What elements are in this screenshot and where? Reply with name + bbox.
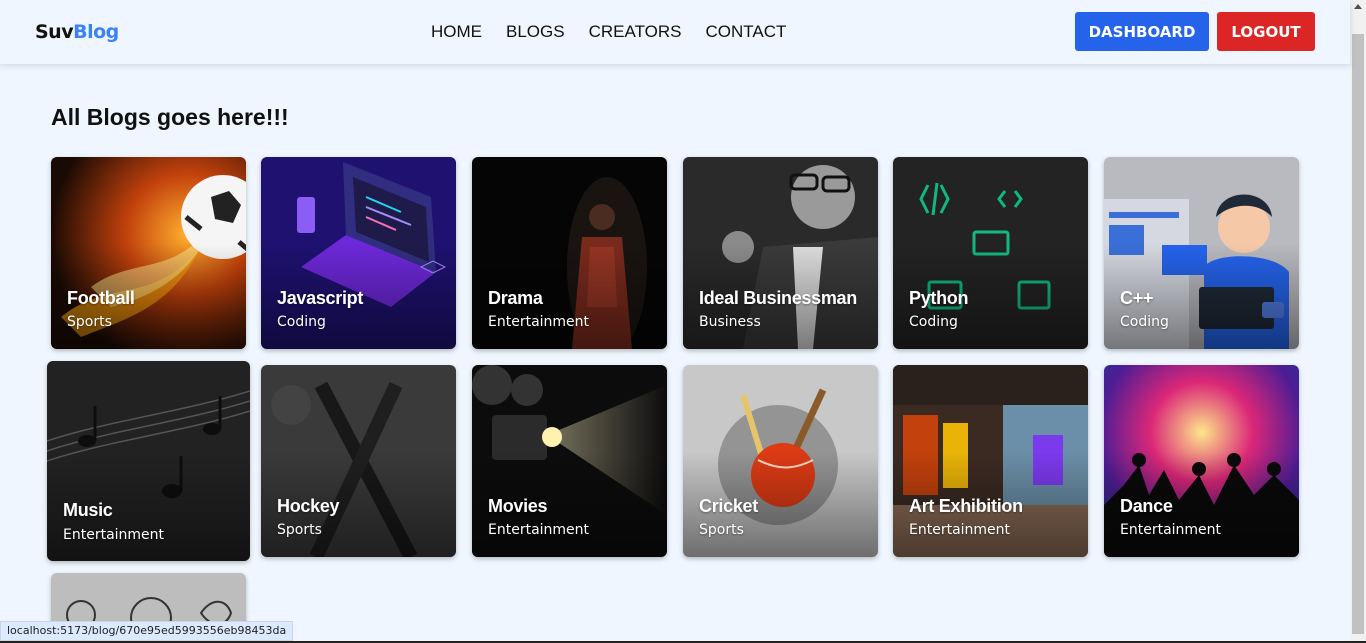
blog-category: Sports [277,522,322,538]
blog-card-movies[interactable]: Movies Entertainment [472,365,667,557]
nav-creators[interactable]: CREATORS [589,22,682,42]
blog-title: Movies [488,496,548,516]
scroll-up-arrow-icon[interactable] [1354,4,1362,9]
blog-card-drama[interactable]: Drama Entertainment [472,157,667,349]
page-heading: All Blogs goes here!!! [51,104,289,130]
nav-blogs[interactable]: BLOGS [506,22,565,42]
brand-logo[interactable]: SuvBlog [35,21,119,43]
brand-part-2: Blog [73,21,119,43]
link-status-bar: localhost:5173/blog/670e95ed5993556eb984… [0,621,294,641]
blog-category: Sports [67,314,112,330]
blog-card-art-exhibition[interactable]: Art Exhibition Entertainment [893,365,1088,557]
blog-category: Entertainment [488,314,590,330]
blog-title: Drama [488,288,543,308]
blog-title: Ideal Businessman [699,288,857,308]
blog-card-football[interactable]: Football Sports [51,157,246,349]
dashboard-button[interactable]: DASHBOARD [1075,12,1209,51]
blog-category: Entertainment [909,522,1011,538]
blog-card-hockey[interactable]: Hockey Sports [261,365,456,557]
blog-title: Javascript [277,288,364,308]
blog-card-dance[interactable]: Dance Entertainment [1104,365,1299,557]
blog-category: Coding [909,314,958,330]
nav-links: HOME BLOGS CREATORS CONTACT [431,22,786,42]
scrollbar-thumb[interactable] [1352,34,1364,634]
blog-card-cpp[interactable]: C++ Coding [1104,157,1299,349]
nav-contact[interactable]: CONTACT [705,22,786,42]
blog-card-ideal-businessman[interactable]: Ideal Businessman Business [683,157,878,349]
blog-title: Dance [1120,496,1173,516]
blog-category: Coding [1120,314,1169,330]
blog-title: Hockey [277,496,340,516]
blog-card-javascript[interactable]: Javascript Coding [261,157,456,349]
brand-part-1: Suv [35,21,74,43]
blog-category: Entertainment [63,527,165,543]
blog-category: Sports [699,522,744,538]
blog-card-python[interactable]: Python Coding [893,157,1088,349]
blog-category: Entertainment [488,522,590,538]
blog-title: Cricket [699,496,758,516]
blog-title: Art Exhibition [909,496,1023,516]
logout-button[interactable]: LOGOUT [1217,12,1315,51]
blog-category: Entertainment [1120,522,1222,538]
nav-home[interactable]: HOME [431,22,482,42]
blog-card-cricket[interactable]: Cricket Sports [683,365,878,557]
blog-title: Python [909,288,969,308]
blog-title: Music [63,500,113,520]
blog-card-music[interactable]: Music Entertainment [47,361,250,561]
blog-title: Football [67,288,135,308]
blog-category: Coding [277,314,326,330]
blog-category: Business [699,314,761,330]
blog-title: C++ [1120,288,1154,308]
navbar: SuvBlog HOME BLOGS CREATORS CONTACT DASH… [0,0,1350,64]
